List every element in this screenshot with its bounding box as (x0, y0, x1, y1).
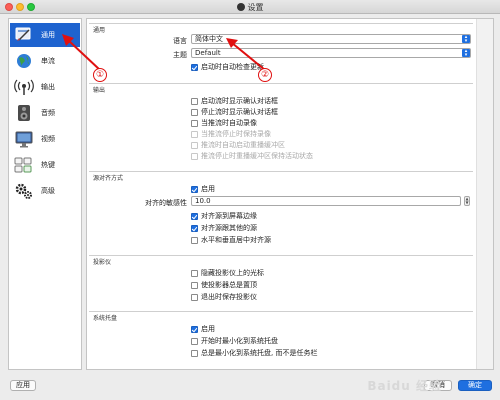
annotation-marker-2: ② (258, 68, 272, 82)
annotation-arrows (62, 34, 266, 71)
baidu-watermark: Baidu 经验 (367, 379, 442, 393)
annotation-marker-1: ① (93, 68, 107, 82)
